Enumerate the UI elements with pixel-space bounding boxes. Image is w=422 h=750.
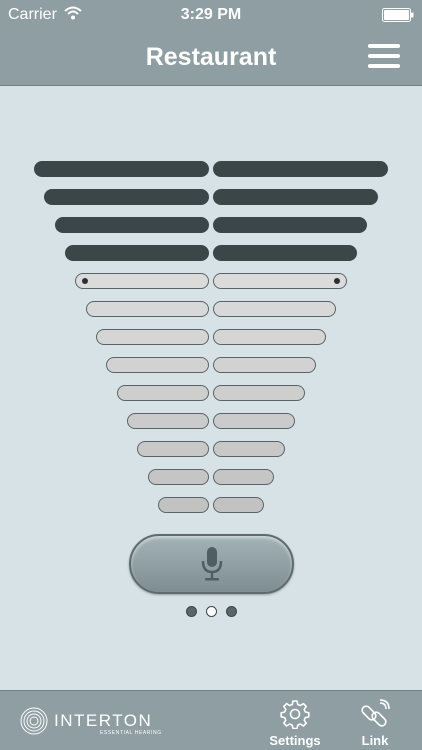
gear-icon bbox=[280, 700, 310, 729]
volume-level-bar-right[interactable] bbox=[213, 441, 285, 457]
microphone-icon bbox=[201, 547, 223, 581]
interton-logo-icon bbox=[20, 707, 48, 735]
level-marker-dot bbox=[82, 278, 88, 284]
volume-level-bar-left[interactable] bbox=[96, 329, 209, 345]
volume-level-bar-left[interactable] bbox=[65, 245, 209, 261]
nav-bar: Restaurant bbox=[0, 30, 422, 86]
microphone-button[interactable] bbox=[129, 534, 294, 594]
volume-level-bar-right[interactable] bbox=[213, 329, 326, 345]
volume-level-bar-left[interactable] bbox=[117, 385, 209, 401]
bottom-bar: INTERTON ESSENTIAL HEARING Settings Link bbox=[0, 690, 422, 750]
brand-tagline: ESSENTIAL HEARING bbox=[100, 730, 162, 736]
battery-icon bbox=[382, 8, 414, 22]
volume-level-bar-right[interactable] bbox=[213, 497, 264, 513]
page-title: Restaurant bbox=[145, 43, 277, 71]
volume-level-bar-left[interactable] bbox=[106, 357, 209, 373]
tab-settings-label: Settings bbox=[269, 733, 321, 748]
volume-level-bar-right[interactable] bbox=[213, 273, 347, 289]
tab-settings[interactable]: Settings bbox=[265, 699, 325, 749]
volume-level-bar-right[interactable] bbox=[213, 413, 295, 429]
link-icon bbox=[361, 699, 390, 727]
volume-level-bar-right[interactable] bbox=[213, 161, 388, 177]
brand-name: INTERTON bbox=[54, 711, 153, 730]
page-dot bbox=[186, 606, 197, 617]
volume-level-bar-left[interactable] bbox=[75, 273, 209, 289]
status-time: 3:29 PM bbox=[180, 6, 242, 23]
volume-level-bar-right[interactable] bbox=[213, 217, 367, 233]
volume-level-bar-left[interactable] bbox=[137, 441, 209, 457]
volume-level-bar-right[interactable] bbox=[213, 301, 336, 317]
volume-level-bar-left[interactable] bbox=[148, 469, 209, 485]
level-marker-dot bbox=[334, 278, 340, 284]
volume-level-bar-left[interactable] bbox=[86, 301, 209, 317]
volume-level-bar-right[interactable] bbox=[213, 245, 357, 261]
volume-level-bar-right[interactable] bbox=[213, 357, 316, 373]
volume-level-bar-right[interactable] bbox=[213, 189, 378, 205]
volume-level-bar-right[interactable] bbox=[213, 469, 274, 485]
page-dot bbox=[226, 606, 237, 617]
tab-link-label: Link bbox=[361, 733, 389, 748]
menu-button[interactable] bbox=[368, 42, 404, 72]
status-bar: Carrier 3:29 PM bbox=[0, 0, 422, 30]
page-dot bbox=[206, 606, 217, 617]
volume-level-bar-left[interactable] bbox=[55, 217, 209, 233]
volume-level-bar-left[interactable] bbox=[158, 497, 209, 513]
volume-level-bar-right[interactable] bbox=[213, 385, 305, 401]
tab-link[interactable]: Link bbox=[345, 699, 405, 749]
volume-level-bar-left[interactable] bbox=[44, 189, 209, 205]
volume-level-bar-left[interactable] bbox=[127, 413, 209, 429]
volume-level-bar-left[interactable] bbox=[34, 161, 209, 177]
